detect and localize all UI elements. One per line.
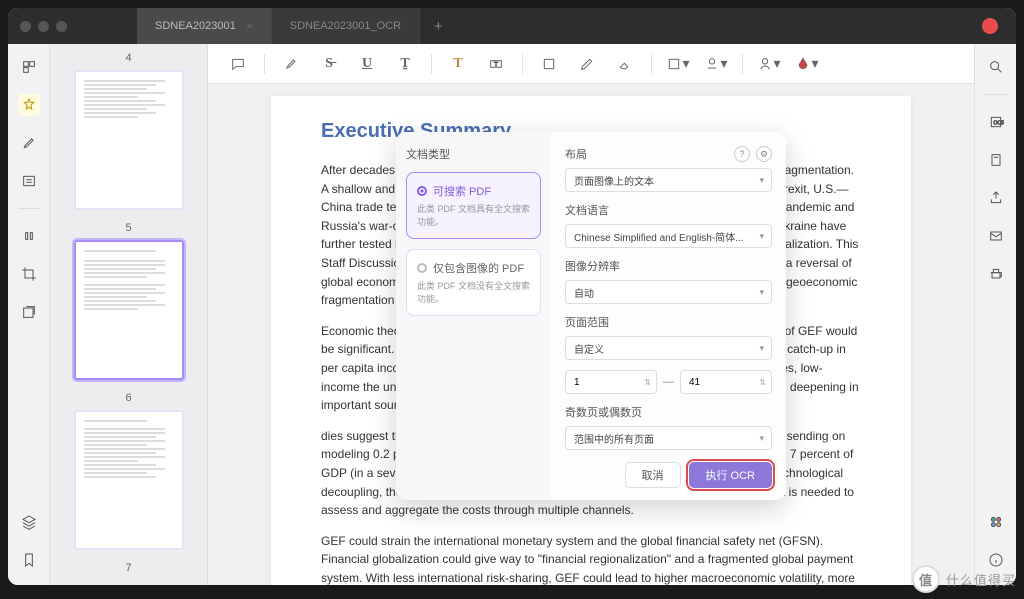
lang-select[interactable]: Chinese Simplified and English-简体... xyxy=(565,224,772,248)
watermark-text: 什么值得买 xyxy=(946,570,1016,589)
left-toolbar xyxy=(8,44,50,585)
tab-label: SDNEA2023001_OCR xyxy=(290,20,401,32)
help-icon[interactable]: ? xyxy=(734,146,750,162)
redact-icon[interactable] xyxy=(18,301,40,323)
highlighter-icon[interactable] xyxy=(279,52,303,76)
radio-icon xyxy=(417,263,427,273)
page-thumbnail[interactable] xyxy=(74,70,184,210)
thumbnails-panel[interactable]: 4 5 6 7 xyxy=(50,44,208,585)
cancel-button[interactable]: 取消 xyxy=(625,462,681,488)
resolution-label: 图像分辨率 xyxy=(565,258,772,274)
paragraph: GEF could strain the international monet… xyxy=(321,532,861,585)
range-separator: — xyxy=(663,376,674,388)
underline-icon[interactable]: U xyxy=(355,52,379,76)
doc-type-title: 文档类型 xyxy=(406,146,541,162)
thumbnails-icon[interactable] xyxy=(18,56,40,78)
titlebar: SDNEA2023001 × SDNEA2023001_OCR + xyxy=(8,8,1016,44)
settings-icon[interactable]: ⚙ xyxy=(756,146,772,162)
annotate-icon[interactable] xyxy=(18,132,40,154)
right-toolbar: OCR xyxy=(974,44,1016,585)
share-icon[interactable] xyxy=(985,187,1007,209)
page-to-input[interactable]: 41 xyxy=(680,370,772,394)
page-thumbnail[interactable] xyxy=(74,410,184,550)
textbox-icon[interactable]: T xyxy=(484,52,508,76)
oddeven-select[interactable]: 范围中的所有页面 xyxy=(565,426,772,450)
thumb-page-number: 6 xyxy=(50,392,207,404)
range-select[interactable]: 自定义 xyxy=(565,336,772,360)
layers-icon[interactable] xyxy=(18,511,40,533)
radio-icon xyxy=(417,186,427,196)
account-badge[interactable] xyxy=(982,18,998,34)
print-icon[interactable] xyxy=(985,263,1007,285)
tab-document-1[interactable]: SDNEA2023001 × xyxy=(137,8,272,44)
watermark-badge: 值 xyxy=(912,565,940,593)
lang-label: 文档语言 xyxy=(565,202,772,218)
annotation-toolbar: S̶ U T̰ T T ▾ ▾ ▾ ▾ xyxy=(208,44,974,84)
new-tab-button[interactable]: + xyxy=(420,8,457,44)
option-desc: 此类 PDF 文档没有全文搜索功能。 xyxy=(417,280,530,305)
svg-text:OCR: OCR xyxy=(993,121,1004,127)
option-label: 可搜索 PDF xyxy=(433,183,491,199)
layout-label: 布局 xyxy=(565,146,587,162)
eraser-icon[interactable] xyxy=(613,52,637,76)
option-desc: 此类 PDF 文档具有全文搜索功能。 xyxy=(417,203,530,228)
close-window[interactable] xyxy=(20,21,31,32)
doc-type-image-only[interactable]: 仅包含图像的 PDF 此类 PDF 文档没有全文搜索功能。 xyxy=(406,249,541,316)
watermark: 值 什么值得买 xyxy=(912,565,1016,593)
shape-icon[interactable]: ▾ xyxy=(666,52,690,76)
minimize-window[interactable] xyxy=(38,21,49,32)
thumb-page-number: 4 xyxy=(50,52,207,64)
maximize-window[interactable] xyxy=(56,21,67,32)
color-icon[interactable]: ▾ xyxy=(795,52,819,76)
window-controls xyxy=(20,21,67,32)
page-thumbnail[interactable] xyxy=(74,240,184,380)
bookmark-icon[interactable] xyxy=(18,549,40,571)
ocr-dialog: 文档类型 可搜索 PDF 此类 PDF 文档具有全文搜索功能。 仅包含图像的 P… xyxy=(396,132,786,500)
tab-close-icon[interactable]: × xyxy=(246,19,253,33)
option-label: 仅包含图像的 PDF xyxy=(433,260,524,276)
ocr-tool-icon[interactable]: OCR xyxy=(985,111,1007,133)
thumb-page-number: 5 xyxy=(50,222,207,234)
ocr-icon[interactable] xyxy=(18,225,40,247)
compress-icon[interactable] xyxy=(985,149,1007,171)
highlight-icon[interactable] xyxy=(18,94,40,116)
oddeven-label: 奇数页或偶数页 xyxy=(565,404,772,420)
thumb-page-number: 7 xyxy=(50,562,207,574)
crop-icon[interactable] xyxy=(18,263,40,285)
mail-icon[interactable] xyxy=(985,225,1007,247)
layout-select[interactable]: 页面图像上的文本 xyxy=(565,168,772,192)
tab-bar: SDNEA2023001 × SDNEA2023001_OCR + xyxy=(137,8,457,44)
text-icon[interactable]: T xyxy=(446,52,470,76)
search-icon[interactable] xyxy=(985,56,1007,78)
form-icon[interactable] xyxy=(18,170,40,192)
pen-icon[interactable] xyxy=(575,52,599,76)
tab-document-2[interactable]: SDNEA2023001_OCR xyxy=(272,8,420,44)
run-ocr-button[interactable]: 执行 OCR xyxy=(689,462,773,488)
squiggly-icon[interactable]: T̰ xyxy=(393,52,417,76)
range-label: 页面范围 xyxy=(565,314,772,330)
page-from-input[interactable]: 1 xyxy=(565,370,657,394)
stamp-icon[interactable]: ▾ xyxy=(704,52,728,76)
note-icon[interactable] xyxy=(537,52,561,76)
extension-icon[interactable] xyxy=(985,511,1007,533)
svg-text:T: T xyxy=(494,61,498,68)
signature-icon[interactable]: ▾ xyxy=(757,52,781,76)
doc-type-searchable[interactable]: 可搜索 PDF 此类 PDF 文档具有全文搜索功能。 xyxy=(406,172,541,239)
comment-icon[interactable] xyxy=(226,52,250,76)
strikethrough-icon[interactable]: S̶ xyxy=(317,52,341,76)
resolution-select[interactable]: 自动 xyxy=(565,280,772,304)
tab-label: SDNEA2023001 xyxy=(155,20,236,32)
